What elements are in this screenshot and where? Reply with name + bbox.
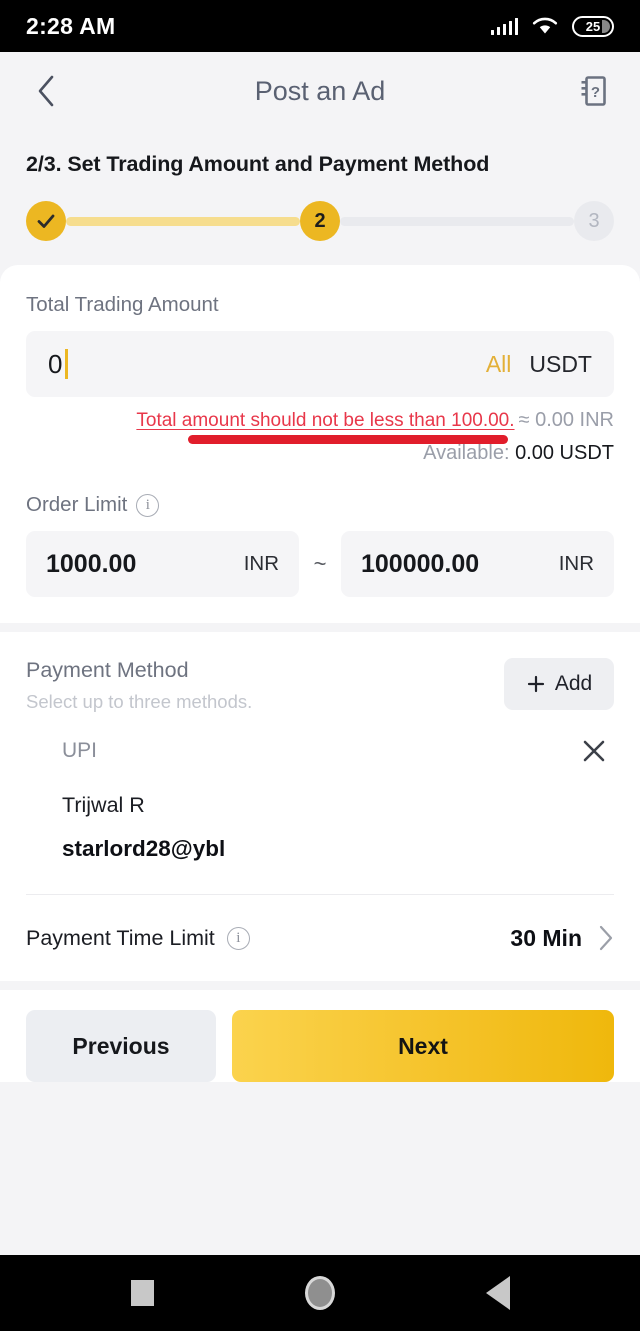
battery-icon: 25 (572, 15, 614, 37)
add-payment-method-button[interactable]: Add (504, 658, 614, 710)
footer-buttons: Previous Next (0, 1010, 640, 1082)
payment-method-card: Payment Method Select up to three method… (0, 632, 640, 981)
info-icon[interactable]: i (226, 926, 250, 950)
signal-bars-icon (490, 17, 518, 35)
step-heading: 2/3. Set Trading Amount and Payment Meth… (26, 152, 490, 176)
available-value: 0.00 USDT (515, 442, 614, 464)
payment-method-header: Payment Method Select up to three method… (26, 658, 614, 713)
total-amount-input-row[interactable]: 0 All USDT (26, 331, 614, 397)
status-bar: 2:28 AM 25 (0, 0, 640, 52)
order-limit-label-row: Order Limit i (26, 493, 614, 517)
payment-method-title: Payment Method (26, 658, 189, 682)
amount-error-message: Total amount should not be less than 100… (136, 410, 515, 431)
step-3-pending[interactable]: 3 (574, 201, 614, 241)
payment-method-type: UPI (62, 739, 98, 762)
chevron-left-icon (38, 75, 54, 107)
order-limit-label: Order Limit (26, 493, 128, 516)
payment-method-titles: Payment Method Select up to three method… (26, 658, 252, 713)
total-amount-input[interactable]: 0 (48, 348, 69, 380)
step-1-complete[interactable] (26, 201, 66, 241)
help-button[interactable]: ? (574, 71, 614, 111)
trading-amount-card: Total Trading Amount 0 All USDT Total am… (0, 265, 640, 623)
payment-method-account: starlord28@ybl (62, 836, 226, 861)
close-icon (583, 740, 605, 762)
chevron-right-icon (599, 925, 613, 951)
order-limit-min-input[interactable]: 1000.00 INR (26, 531, 299, 597)
payment-time-limit-row[interactable]: Payment Time Limit i 30 Min (26, 895, 614, 981)
section-divider (0, 623, 640, 632)
help-guide-icon: ? (581, 76, 606, 106)
add-payment-method-label: Add (554, 672, 593, 695)
app-header: Post an Ad ? (0, 52, 640, 130)
plus-icon (527, 675, 544, 693)
payment-time-limit-value-group: 30 Min (510, 925, 614, 952)
red-annotation-underline (188, 435, 508, 444)
total-trading-amount-label: Total Trading Amount (26, 293, 219, 316)
footer-area: Previous Next (0, 990, 640, 1082)
status-time: 2:28 AM (26, 12, 116, 39)
back-button-nav[interactable] (468, 1263, 528, 1323)
recents-button[interactable] (112, 1263, 172, 1323)
payment-time-limit-value: 30 Min (510, 924, 582, 951)
range-separator: ~ (313, 551, 327, 576)
circle-home-icon (305, 1276, 335, 1310)
wifi-icon (532, 17, 558, 34)
payment-method-item: UPI Trijwal R starlord28@ybl (26, 713, 614, 866)
payment-method-item-header: UPI (62, 731, 614, 771)
text-cursor (65, 349, 69, 379)
order-limit-inputs: 1000.00 INR ~ 100000.00 INR (26, 531, 614, 597)
check-icon (37, 214, 55, 228)
step-2-active[interactable]: 2 (300, 201, 340, 241)
payment-method-holder-name: Trijwal R (62, 793, 145, 817)
stepper-bar-empty (340, 216, 574, 226)
order-limit-max-value: 100000.00 (361, 549, 480, 578)
android-nav-bar (0, 1255, 640, 1331)
amount-currency: USDT (529, 350, 592, 377)
square-recents-icon (130, 1280, 154, 1306)
remove-payment-method-button[interactable] (574, 731, 614, 771)
amount-hint-row: Total amount should not be less than 100… (26, 409, 614, 444)
footer-divider (0, 981, 640, 990)
app-screen: 2:28 AM 25 Post an Ad ? 2/3. Set Trading… (0, 0, 640, 1331)
all-button[interactable]: All (486, 351, 512, 378)
triangle-back-icon (486, 1276, 510, 1310)
svg-text:?: ? (591, 84, 600, 101)
order-limit-min-currency: INR (243, 552, 279, 575)
status-icons: 25 (490, 15, 614, 37)
amount-approx-fiat: ≈ 0.00 INR (518, 409, 614, 431)
battery-percent: 25 (585, 18, 601, 34)
payment-method-subtitle: Select up to three methods. (26, 691, 253, 712)
progress-stepper: 2 3 (0, 177, 640, 241)
order-limit-max-currency: INR (558, 552, 594, 575)
payment-time-limit-label: Payment Time Limit (26, 925, 215, 950)
available-balance-row: Available: 0.00 USDT (26, 442, 614, 465)
stepper-bar-filled (66, 216, 300, 226)
info-icon[interactable]: i (136, 493, 160, 517)
order-limit-max-input[interactable]: 100000.00 INR (341, 531, 614, 597)
total-amount-value: 0 (48, 348, 63, 379)
amount-input-actions: All USDT (486, 351, 592, 378)
order-limit-min-value: 1000.00 (46, 549, 137, 578)
next-button[interactable]: Next (232, 1010, 614, 1082)
payment-method-item-content: UPI Trijwal R starlord28@ybl (26, 731, 614, 862)
back-button[interactable] (26, 71, 66, 111)
page-title: Post an Ad (254, 75, 386, 106)
available-label: Available: (423, 442, 510, 464)
home-button[interactable] (290, 1263, 350, 1323)
previous-button[interactable]: Previous (26, 1010, 216, 1082)
